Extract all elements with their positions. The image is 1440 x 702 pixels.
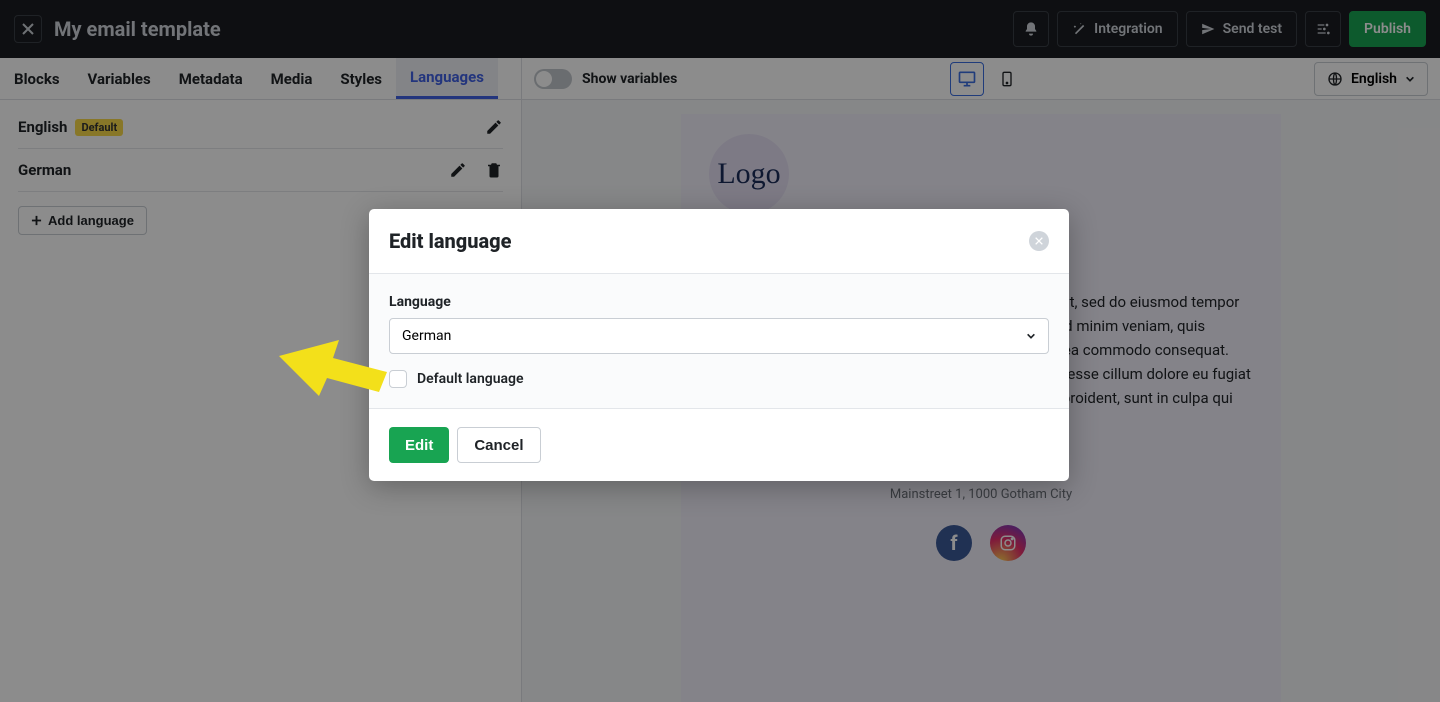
edit-button[interactable]: Edit [389, 427, 449, 463]
language-select[interactable]: German [389, 318, 1049, 354]
chevron-down-icon [1026, 331, 1036, 341]
language-field-label: Language [389, 294, 1049, 310]
language-select-value: German [402, 328, 451, 344]
modal-title: Edit language [389, 229, 512, 253]
modal-close-button[interactable] [1029, 231, 1049, 251]
cancel-button[interactable]: Cancel [457, 427, 540, 463]
default-language-label: Default language [417, 371, 524, 387]
default-language-checkbox[interactable] [389, 370, 407, 388]
edit-language-modal: Edit language Language German Default la… [369, 209, 1069, 481]
close-icon [1035, 237, 1043, 245]
